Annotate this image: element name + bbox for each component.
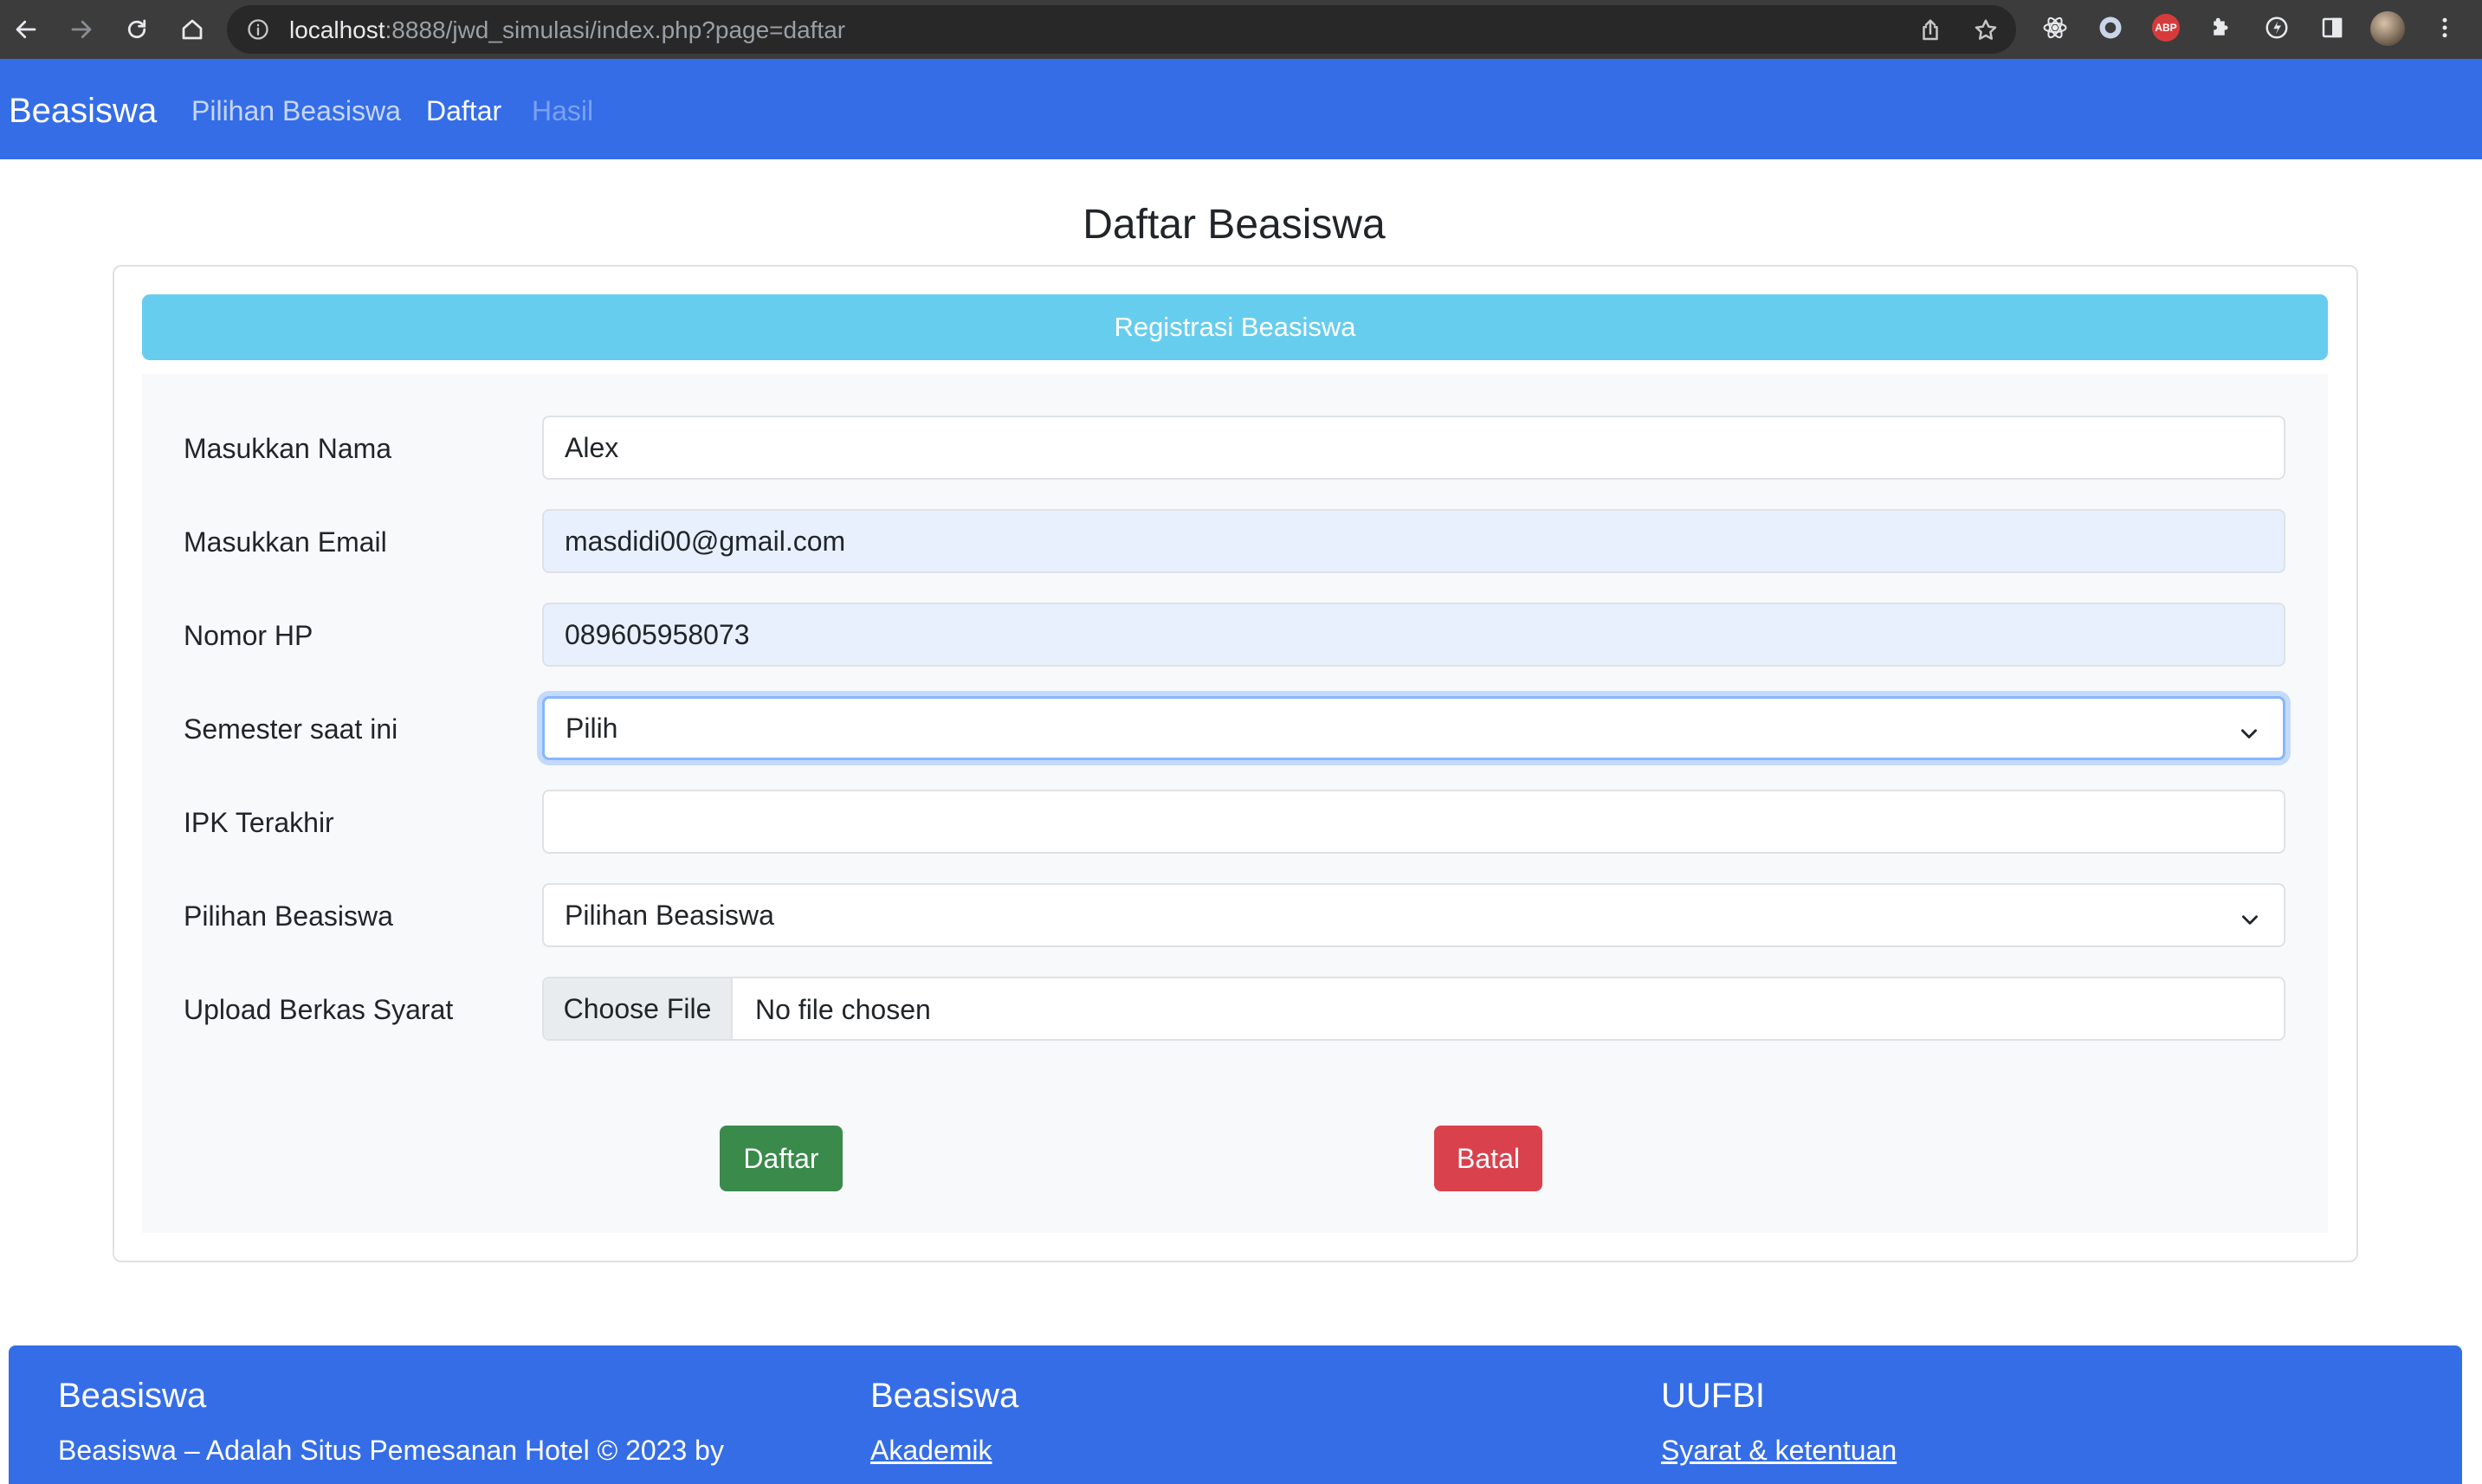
share-icon[interactable] <box>1917 17 1943 43</box>
adblock-icon[interactable]: ABP <box>2151 13 2181 42</box>
site-navbar: Beasiswa Pilihan Beasiswa Daftar Hasil <box>0 59 2482 159</box>
batal-button[interactable]: Batal <box>1434 1126 1542 1191</box>
address-bar[interactable]: localhost:8888/jwd_simulasi/index.php?pa… <box>227 5 2016 54</box>
url-host: localhost <box>289 16 385 43</box>
pilihan-beasiswa-select[interactable]: Pilihan Beasiswa <box>542 883 2285 947</box>
chevron-down-icon <box>2238 719 2260 742</box>
footer-link-syarat[interactable]: Syarat & ketentuan <box>1661 1435 1897 1467</box>
choose-file-button[interactable]: Choose File <box>544 978 733 1039</box>
nama-input[interactable]: Alex <box>542 416 2285 480</box>
home-icon[interactable] <box>173 10 211 48</box>
back-icon[interactable] <box>7 10 45 48</box>
nav-link-daftar[interactable]: Daftar <box>426 95 501 127</box>
url-path: :8888/jwd_simulasi/index.php?page=daftar <box>385 16 846 43</box>
nomor-hp-label: Nomor HP <box>184 620 313 651</box>
ipk-input[interactable] <box>542 790 2285 854</box>
profile-avatar[interactable] <box>2369 10 2406 47</box>
page-title: Daftar Beasiswa <box>1083 202 1386 248</box>
browser-toolbar: localhost:8888/jwd_simulasi/index.php?pa… <box>0 0 2482 59</box>
footer-link-akademik[interactable]: Akademik <box>870 1435 992 1467</box>
semester-label: Semester saat ini <box>184 713 398 745</box>
star-icon[interactable] <box>1973 17 1999 43</box>
react-devtools-icon[interactable] <box>2040 13 2070 42</box>
forward-icon[interactable] <box>62 10 100 48</box>
footer-col1-text: Beasiswa – Adalah Situs Pemesanan Hotel … <box>58 1435 724 1466</box>
extension-ring-icon[interactable] <box>2096 13 2125 42</box>
footer-col2-title: Beasiswa <box>870 1377 1019 1415</box>
footer-col1-title: Beasiswa <box>58 1377 207 1415</box>
puzzle-icon[interactable] <box>2207 13 2236 42</box>
ipk-label: IPK Terakhir <box>184 807 334 838</box>
file-name-text: No file chosen <box>755 994 931 1025</box>
navbar-brand[interactable]: Beasiswa <box>9 92 157 131</box>
menu-icon[interactable] <box>2430 13 2459 42</box>
pilihan-beasiswa-label: Pilihan Beasiswa <box>184 900 393 932</box>
semester-select[interactable]: Pilih <box>542 696 2285 760</box>
nomor-hp-input[interactable]: 089605958073 <box>542 603 2285 667</box>
nav-link-hasil: Hasil <box>532 95 594 126</box>
chevron-down-icon <box>2239 906 2261 928</box>
reload-icon[interactable] <box>118 10 156 48</box>
footer-col3-title: UUFBI <box>1661 1377 1765 1415</box>
pilihan-beasiswa-selected-value: Pilihan Beasiswa <box>565 899 774 931</box>
extension-bolt-icon[interactable] <box>2262 13 2291 42</box>
daftar-button[interactable]: Daftar <box>720 1126 843 1191</box>
upload-file-input[interactable]: Choose File No file chosen <box>542 977 2285 1041</box>
upload-label: Upload Berkas Syarat <box>184 994 454 1025</box>
side-panel-icon[interactable] <box>2317 13 2347 42</box>
url-text[interactable]: localhost:8888/jwd_simulasi/index.php?pa… <box>289 16 845 44</box>
email-label: Masukkan Email <box>184 526 387 558</box>
card-header: Registrasi Beasiswa <box>142 294 2328 360</box>
nav-link-pilihan-beasiswa[interactable]: Pilihan Beasiswa <box>191 95 401 127</box>
email-input[interactable]: masdidi00@gmail.com <box>542 509 2285 573</box>
info-icon[interactable] <box>246 17 270 42</box>
semester-selected-value: Pilih <box>566 712 618 744</box>
nama-label: Masukkan Nama <box>184 433 392 464</box>
